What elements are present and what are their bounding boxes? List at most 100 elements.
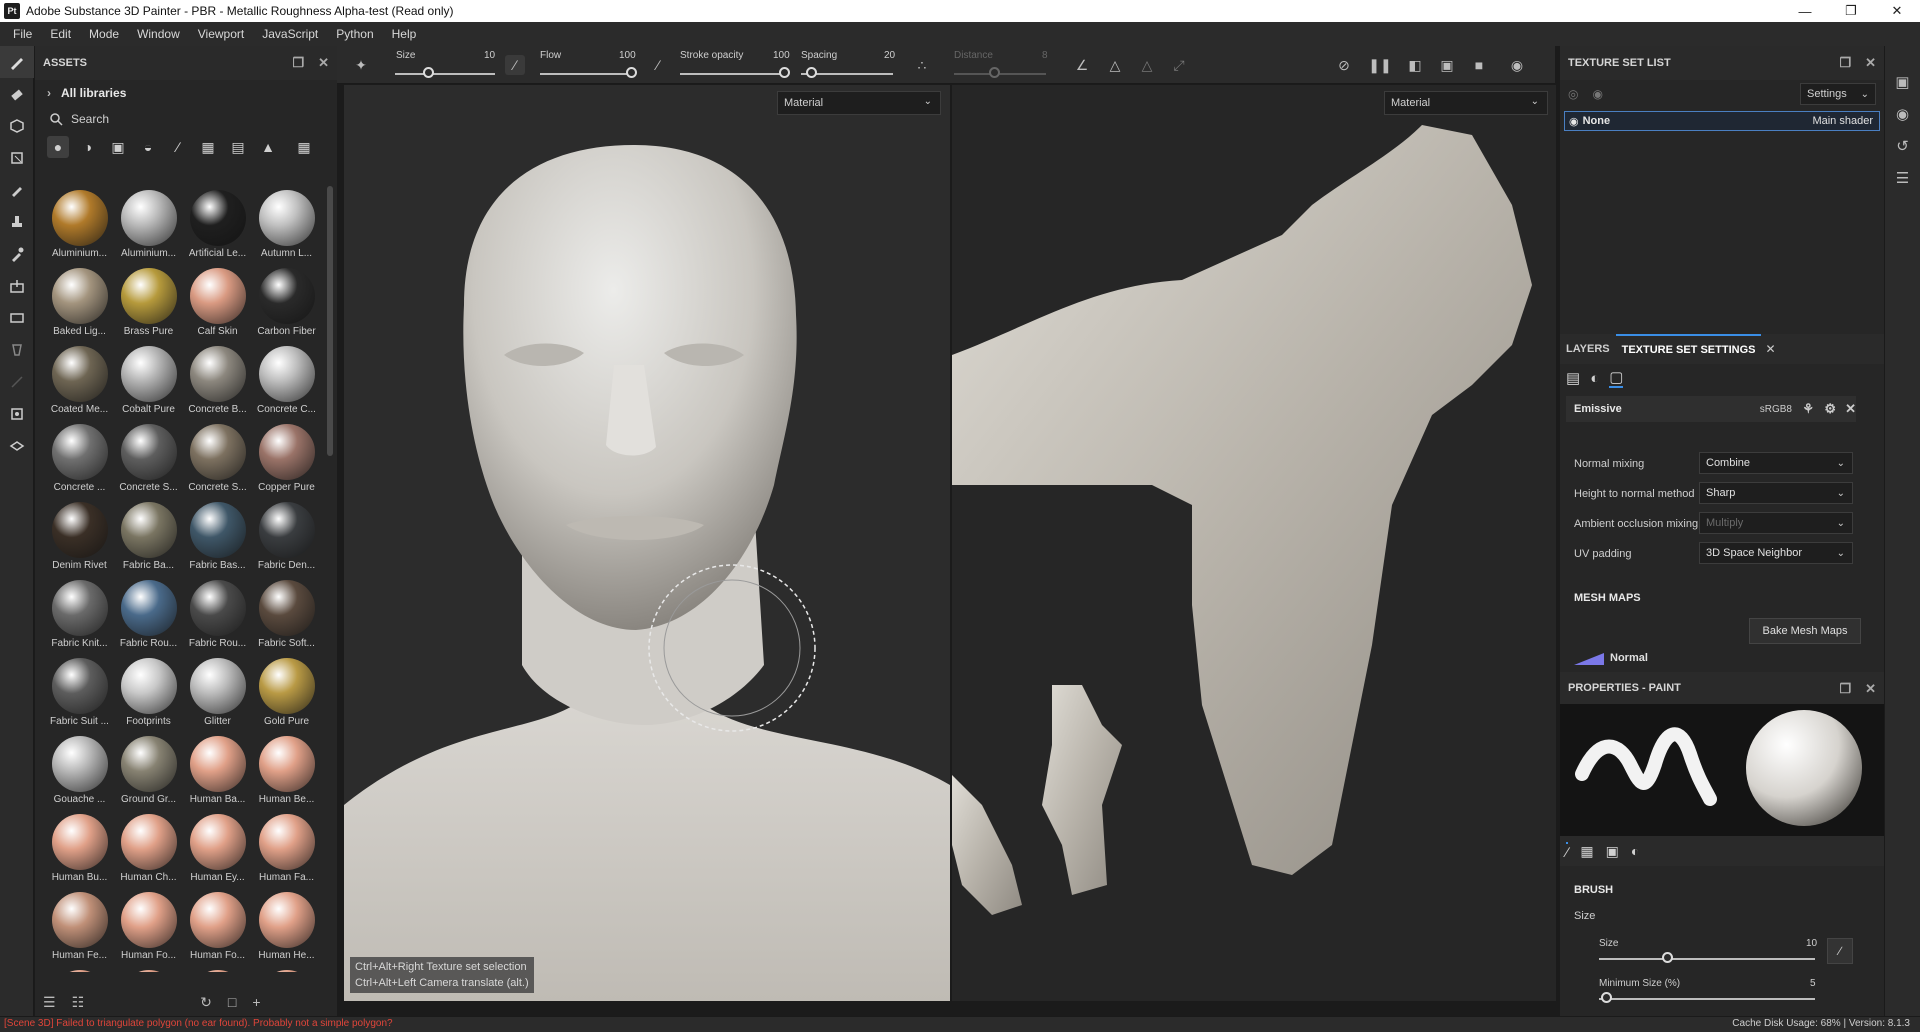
gear-icon[interactable]: ⚙ bbox=[1824, 401, 1836, 417]
close-panel-icon[interactable]: ✕ bbox=[1865, 681, 1876, 697]
brushes-filter-icon[interactable]: ∕ bbox=[167, 136, 189, 158]
distance-slider[interactable] bbox=[954, 73, 1046, 75]
angle-icon[interactable]: ∠ bbox=[1072, 55, 1092, 75]
asset-item[interactable]: Human Bu... bbox=[45, 814, 114, 892]
asset-item[interactable]: Glitter bbox=[183, 658, 252, 736]
texture-set-shader[interactable]: Main shader bbox=[1812, 115, 1873, 127]
alpha-tab-icon[interactable]: ▦ bbox=[1580, 843, 1593, 860]
symmetry-icon[interactable]: △ bbox=[1137, 55, 1157, 75]
asset-item[interactable]: Human Ey... bbox=[183, 814, 252, 892]
normal-map-row[interactable]: Normal bbox=[1574, 648, 1856, 668]
texture-set-row[interactable]: ◉ None Main shader bbox=[1564, 111, 1880, 131]
spacing-knob[interactable] bbox=[806, 67, 817, 78]
bake-mesh-maps-button[interactable]: Bake Mesh Maps bbox=[1749, 618, 1861, 644]
grid-view-icon[interactable]: ▦ bbox=[293, 136, 315, 158]
menu-edit[interactable]: Edit bbox=[41, 27, 80, 41]
stroke-opacity-slider[interactable] bbox=[680, 73, 780, 75]
environments-filter-icon[interactable]: ▲ bbox=[257, 136, 279, 158]
asset-item[interactable]: Footprints bbox=[114, 658, 183, 736]
cube-view-icon[interactable]: ▣ bbox=[1437, 55, 1457, 75]
undock-icon[interactable]: ❐ bbox=[1839, 681, 1851, 697]
viewport2d-mode-dropdown[interactable]: Material ⌄ bbox=[1384, 91, 1548, 115]
menu-file[interactable]: File bbox=[4, 27, 41, 41]
asset-item[interactable]: Human Ch... bbox=[114, 814, 183, 892]
asset-item[interactable]: Copper Pure bbox=[252, 424, 321, 502]
brush-tab-icon[interactable]: ∕ bbox=[1566, 842, 1569, 860]
stencil-tab-icon[interactable]: ▣ bbox=[1606, 843, 1619, 860]
close-panel-icon[interactable]: ✕ bbox=[1865, 55, 1876, 71]
smart-materials-filter-icon[interactable]: ◑ bbox=[77, 136, 99, 158]
flow-slider[interactable] bbox=[540, 73, 632, 75]
asset-item[interactable]: Fabric Rou... bbox=[114, 580, 183, 658]
asset-item[interactable]: Concrete S... bbox=[114, 424, 183, 502]
list-view-icon[interactable]: ☰ bbox=[43, 994, 56, 1011]
eye-icon[interactable]: ◉ bbox=[1592, 87, 1602, 101]
tab-texture-set-settings[interactable]: TEXTURE SET SETTINGS bbox=[1615, 334, 1762, 364]
asset-item[interactable]: Baked Lig... bbox=[45, 268, 114, 346]
asset-item[interactable]: Fabric Soft... bbox=[252, 580, 321, 658]
asset-item[interactable]: Fabric Knit... bbox=[45, 580, 114, 658]
symmetry-brush-icon[interactable]: ✦ bbox=[351, 55, 371, 75]
ao-mixing-select[interactable]: Multiply ⌄ bbox=[1699, 512, 1853, 534]
masks-filter-icon[interactable]: ▣ bbox=[107, 136, 129, 158]
mirror-icon[interactable]: △ bbox=[1105, 55, 1125, 75]
height-to-normal-select[interactable]: Sharp ⌄ bbox=[1699, 482, 1853, 504]
assets-scrollbar[interactable] bbox=[327, 186, 333, 456]
brush-size-slider[interactable] bbox=[1599, 958, 1815, 960]
asset-item[interactable]: Fabric Bas... bbox=[183, 502, 252, 580]
emissive-channel[interactable]: Emissive sRGB8 ⚘ ⚙ ✕ bbox=[1566, 396, 1856, 422]
size-slider-knob[interactable] bbox=[423, 67, 434, 78]
smart-masks-filter-icon[interactable]: ◒ bbox=[137, 136, 159, 158]
undock-icon[interactable]: ❐ bbox=[1839, 55, 1851, 71]
display-settings-icon[interactable]: ▣ bbox=[1885, 66, 1920, 98]
menu-python[interactable]: Python bbox=[327, 27, 382, 41]
mesh-maps-icon[interactable]: ◐ bbox=[1590, 370, 1599, 387]
lazy-mouse-icon[interactable]: ∴ bbox=[912, 55, 932, 75]
eye-icon[interactable]: ◉ bbox=[1569, 115, 1579, 128]
asset-item[interactable]: Concrete ... bbox=[45, 424, 114, 502]
asset-item[interactable]: Ground Gr... bbox=[114, 736, 183, 814]
menu-javascript[interactable]: JavaScript bbox=[253, 27, 327, 41]
menu-help[interactable]: Help bbox=[383, 27, 426, 41]
close-panel-icon[interactable]: ✕ bbox=[318, 55, 329, 71]
close-icon[interactable]: ✕ bbox=[1845, 401, 1856, 417]
materials-filter-icon[interactable]: ● bbox=[47, 136, 69, 158]
asset-item[interactable]: Autumn L... bbox=[252, 190, 321, 268]
distance-knob[interactable] bbox=[989, 67, 1000, 78]
export-icon[interactable] bbox=[0, 398, 34, 430]
search-input[interactable]: Search bbox=[35, 106, 337, 132]
asset-item[interactable]: Denim Rivet bbox=[45, 502, 114, 580]
pressure-flow-icon[interactable]: ∕ bbox=[648, 55, 668, 75]
menu-mode[interactable]: Mode bbox=[80, 27, 128, 41]
camera-icon[interactable]: ■ bbox=[1469, 55, 1489, 75]
flow-slider-knob[interactable] bbox=[626, 67, 637, 78]
pressure-size-icon[interactable]: ∕ bbox=[505, 55, 525, 75]
material-tab-icon[interactable]: ◐ bbox=[1631, 843, 1639, 859]
asset-item[interactable]: Human Fa... bbox=[252, 814, 321, 892]
asset-item[interactable]: Gold Pure bbox=[252, 658, 321, 736]
asset-item[interactable]: Concrete B... bbox=[183, 346, 252, 424]
asset-item[interactable]: Calf Skin bbox=[183, 268, 252, 346]
asset-item[interactable]: Carbon Fiber bbox=[252, 268, 321, 346]
minimize-button[interactable]: ― bbox=[1782, 0, 1828, 22]
paint-tool-icon[interactable] bbox=[0, 46, 34, 78]
split-view-icon[interactable]: ◧ bbox=[1405, 55, 1425, 75]
asset-item[interactable]: Fabric Ba... bbox=[114, 502, 183, 580]
maximize-button[interactable]: ❐ bbox=[1828, 0, 1874, 22]
channels-icon[interactable]: ▤ bbox=[1566, 369, 1580, 387]
asset-item[interactable] bbox=[45, 970, 114, 972]
hide-icon[interactable]: ⊘ bbox=[1334, 55, 1354, 75]
asset-item[interactable] bbox=[252, 970, 321, 972]
asset-item[interactable]: Fabric Suit ... bbox=[45, 658, 114, 736]
size-slider[interactable] bbox=[395, 73, 495, 75]
hide-icon[interactable]: ◎ bbox=[1568, 87, 1578, 101]
asset-item[interactable]: Gouache ... bbox=[45, 736, 114, 814]
shader-settings-icon[interactable]: ◉ bbox=[1885, 98, 1920, 130]
close-window-button[interactable]: ✕ bbox=[1874, 0, 1920, 22]
asset-item[interactable] bbox=[114, 970, 183, 972]
uv-icon[interactable]: ▢ bbox=[1609, 368, 1624, 388]
stroke-opacity-knob[interactable] bbox=[779, 67, 790, 78]
asset-item[interactable]: Cobalt Pure bbox=[114, 346, 183, 424]
library-selector[interactable]: › All libraries bbox=[35, 80, 337, 106]
viewport-3d[interactable]: Material ⌄ Ctrl+Alt+Right Texture set se… bbox=[344, 85, 950, 1001]
